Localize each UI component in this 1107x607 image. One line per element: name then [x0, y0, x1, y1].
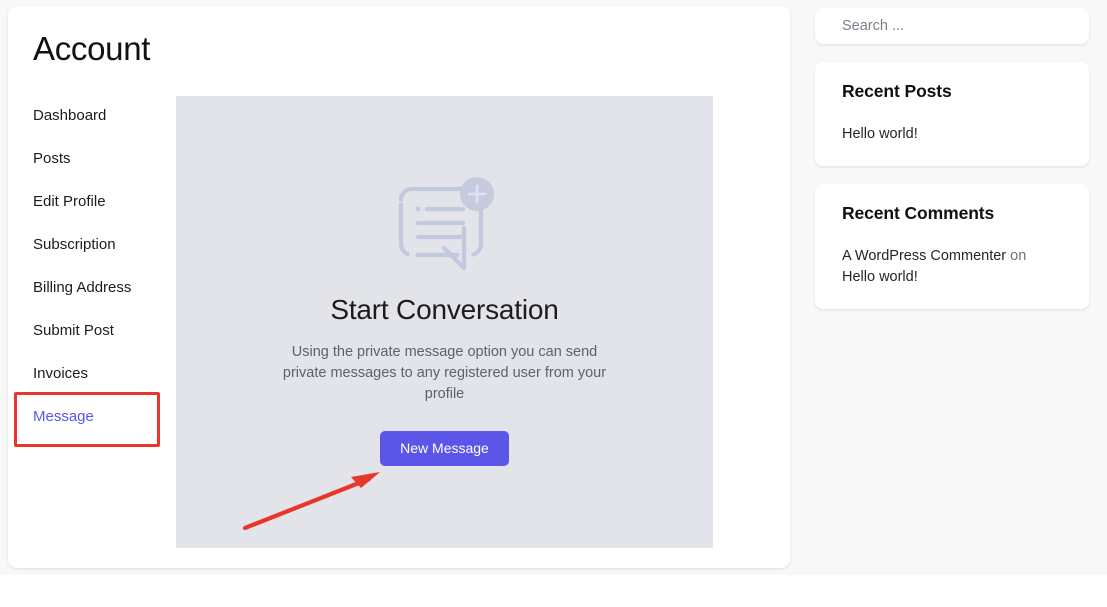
sidebar-item-subscription[interactable]: Subscription [33, 231, 161, 274]
sidebar-item-billing-address[interactable]: Billing Address [33, 274, 161, 317]
search-input[interactable] [815, 8, 1089, 44]
sidebar-item-message[interactable]: Message [33, 403, 161, 446]
comment-author: A WordPress Commenter [842, 248, 1007, 264]
right-sidebar: Recent Posts Hello world! Recent Comment… [815, 8, 1089, 327]
recent-posts-title: Recent Posts [842, 81, 952, 101]
conversation-title: Start Conversation [330, 294, 559, 325]
new-message-bubble-icon [398, 177, 494, 271]
list-item: A WordPress Commenter on Hello world! [842, 246, 1062, 288]
list-item[interactable]: Hello world! [842, 124, 1062, 145]
search-widget [815, 8, 1089, 44]
recent-posts-widget: Recent Posts Hello world! [815, 62, 1089, 166]
conversation-description: Using the private message option you can… [282, 344, 607, 402]
page-title: Account [33, 30, 151, 67]
sidebar-item-edit-profile[interactable]: Edit Profile [33, 188, 161, 231]
recent-comments-title: Recent Comments [842, 203, 995, 223]
sidebar-item-invoices[interactable]: Invoices [33, 360, 161, 403]
sidebar-item-posts[interactable]: Posts [33, 145, 161, 188]
comment-separator: on [1010, 248, 1027, 264]
account-card: Account Dashboard Posts Edit Profile Sub… [8, 6, 790, 568]
comment-post-link[interactable]: Hello world! [842, 269, 918, 285]
conversation-panel: Start Conversation Using the private mes… [176, 96, 713, 548]
new-message-button[interactable]: New Message [380, 431, 509, 466]
sidebar-item-submit-post[interactable]: Submit Post [33, 317, 161, 360]
recent-comments-widget: Recent Comments A WordPress Commenter on… [815, 184, 1089, 309]
sidebar-item-dashboard[interactable]: Dashboard [33, 102, 161, 145]
account-nav: Dashboard Posts Edit Profile Subscriptio… [33, 102, 161, 446]
